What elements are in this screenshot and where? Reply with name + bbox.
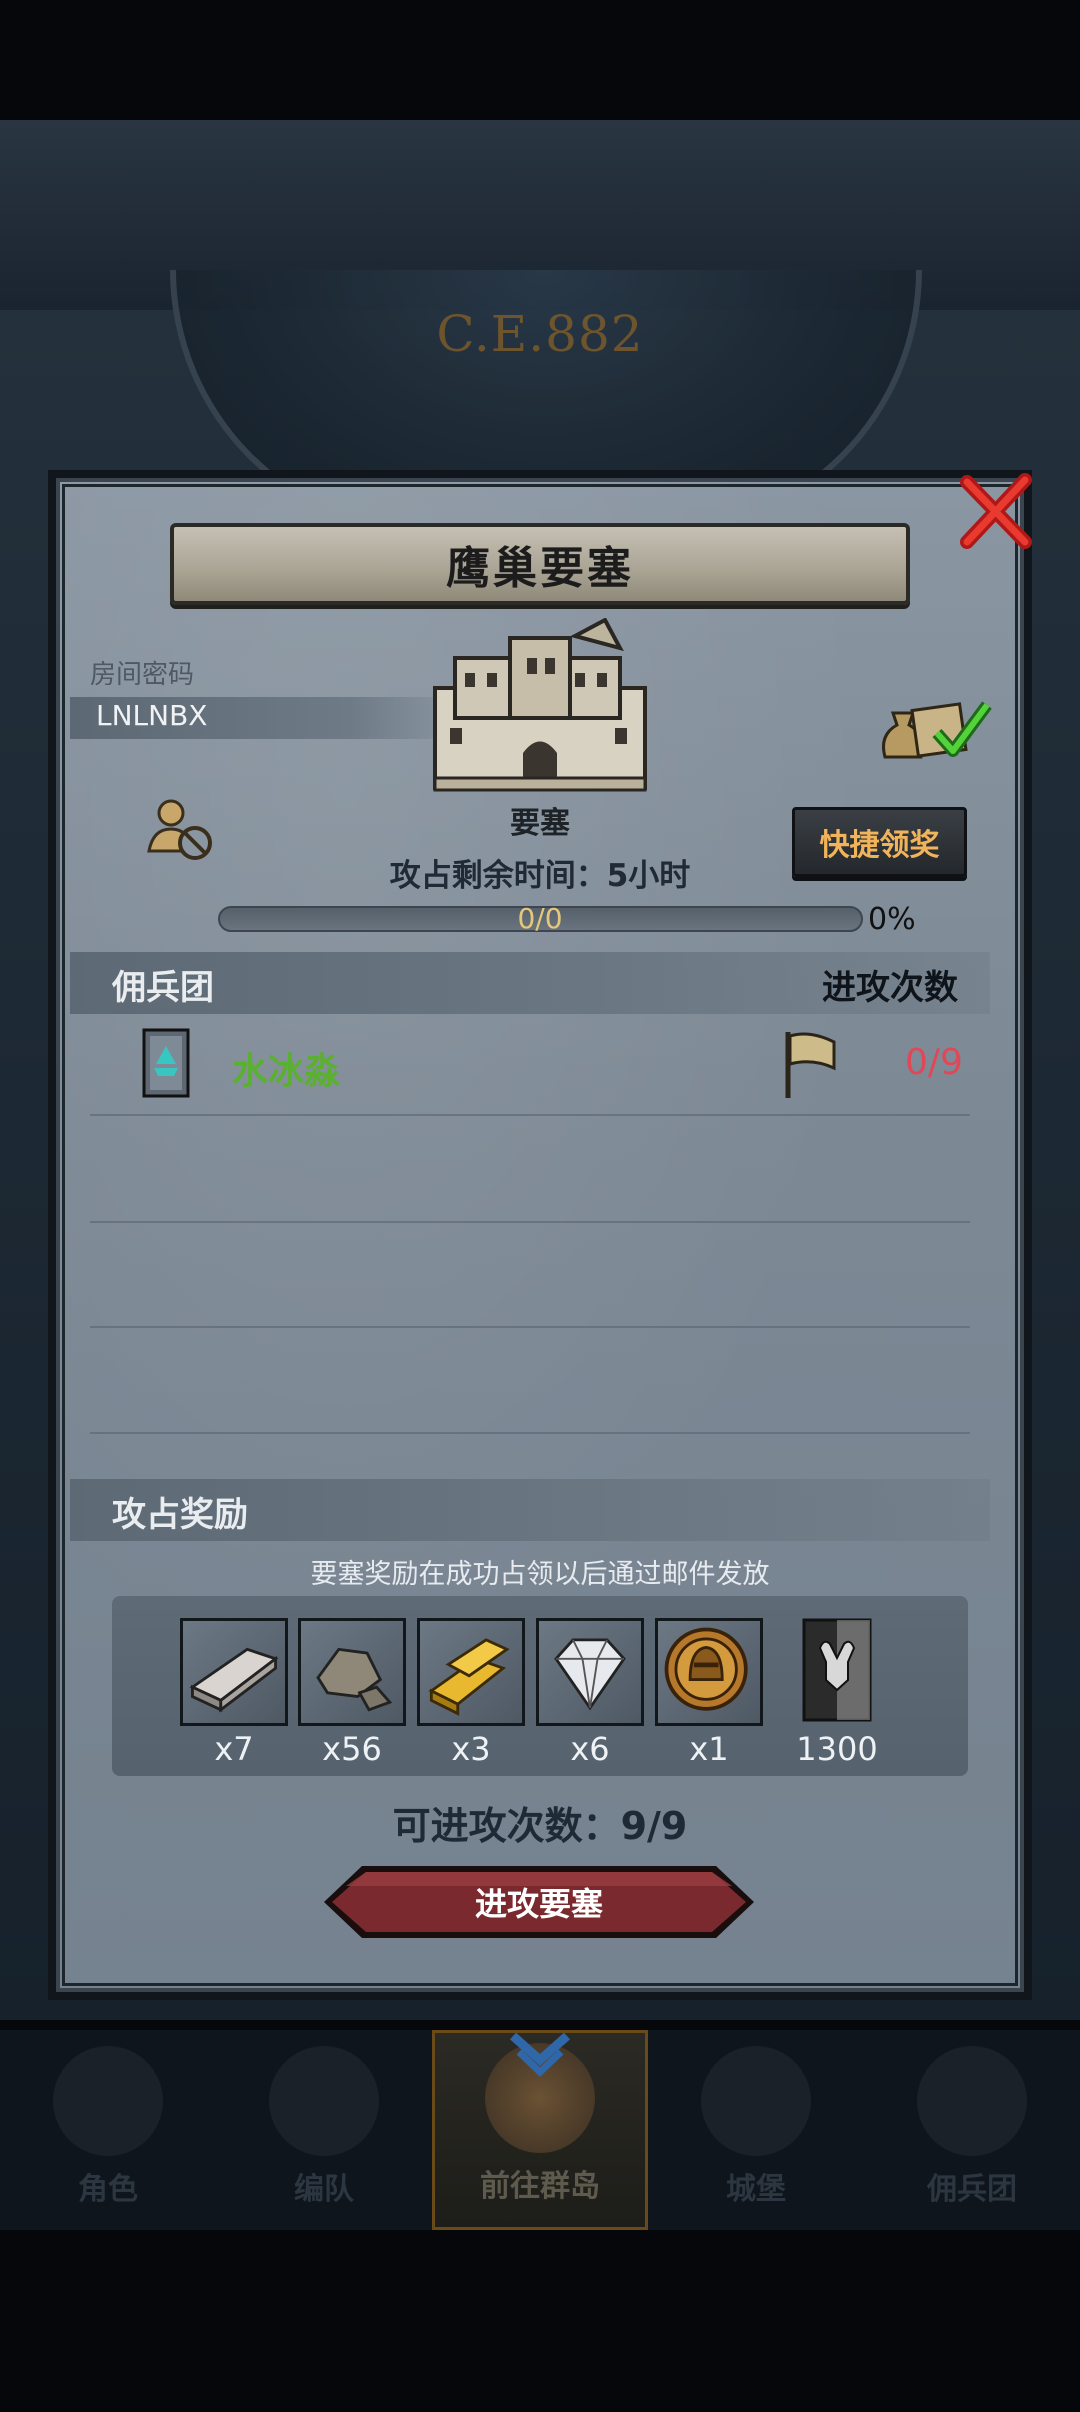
fortress-label: 要塞 (510, 806, 570, 841)
fortress-icon (433, 618, 647, 792)
nav-item-formation[interactable]: 编队 (216, 2030, 432, 2230)
reward-item[interactable]: x7 (180, 1618, 288, 1768)
reward-qty: x1 (689, 1730, 729, 1768)
castle-icon (701, 2046, 811, 2156)
reward-item[interactable]: x3 (417, 1618, 525, 1768)
guild-name[interactable]: 水冰淼 (232, 1042, 340, 1094)
room-password-label: 房间密码 (90, 660, 195, 690)
year-display: C.E.882 (436, 305, 644, 363)
guild-attack-count: 0/9 (905, 1042, 963, 1083)
capture-timer: 攻占剩余时间：5小时 (389, 858, 691, 894)
reward-item[interactable]: x1 (655, 1618, 763, 1768)
attack-fortress-label: 进攻要塞 (474, 1885, 603, 1923)
chevron-down-icon (510, 2032, 570, 2077)
capture-progress-text: 0/0 (517, 902, 563, 935)
reward-item[interactable]: x6 (536, 1618, 644, 1768)
gold-bars-icon (428, 1638, 510, 1716)
silver-ingot-icon (189, 1647, 279, 1713)
knight-helmet-coin-icon (664, 1627, 748, 1711)
room-password-value[interactable]: LNLNBX (96, 699, 207, 732)
row-divider (90, 1326, 970, 1328)
capture-progress-percent: 0% (868, 902, 916, 937)
quick-claim-label: 快捷领奖 (819, 828, 940, 863)
nav-label: 佣兵团 (927, 2172, 1017, 2207)
reward-item[interactable]: 1300 (784, 1618, 890, 1768)
nav-label: 编队 (294, 2172, 354, 2207)
reward-note: 要塞奖励在成功占领以后通过邮件发放 (310, 1559, 770, 1590)
reward-item[interactable]: x56 (298, 1618, 406, 1768)
row-divider (90, 1114, 970, 1116)
no-person-icon[interactable] (145, 795, 215, 865)
reward-section-title: 攻占奖励 (112, 1495, 248, 1535)
quick-claim-button[interactable]: 快捷领奖 (792, 807, 967, 877)
attack-count-header: 进攻次数 (822, 968, 958, 1008)
knight-icon (53, 2046, 163, 2156)
nav-label: 城堡 (726, 2172, 786, 2207)
row-divider (90, 1432, 970, 1434)
reward-bag-checked-icon[interactable] (875, 685, 995, 765)
title-banner: 鹰巢要塞 (170, 523, 910, 605)
flag-icon (785, 1032, 836, 1098)
helmet-icon (269, 2046, 379, 2156)
row-divider (90, 1221, 970, 1223)
reward-qty: x7 (214, 1730, 254, 1768)
guild-section-title: 佣兵团 (112, 968, 214, 1008)
nav-label: 角色 (78, 2172, 138, 2207)
bull-banner-icon (802, 1618, 872, 1722)
nav-label: 前往群岛 (480, 2169, 600, 2204)
reward-qty: x56 (322, 1730, 382, 1768)
mercenary-icon (917, 2046, 1027, 2156)
reward-qty: x6 (570, 1730, 610, 1768)
reward-qty: 1300 (796, 1730, 878, 1768)
dialog-title: 鹰巢要塞 (446, 543, 634, 594)
close-icon[interactable] (955, 472, 1035, 552)
attacks-remaining: 可进攻次数：9/9 (392, 1804, 688, 1848)
reward-qty: x3 (451, 1730, 491, 1768)
stone-ore-icon (316, 1647, 393, 1712)
nav-item-mercenary[interactable]: 佣兵团 (864, 2030, 1080, 2230)
nav-item-castle[interactable]: 城堡 (648, 2030, 864, 2230)
diamond-icon (554, 1638, 626, 1711)
nav-item-character[interactable]: 角色 (0, 2030, 216, 2230)
guild-banner-icon (142, 1028, 190, 1098)
